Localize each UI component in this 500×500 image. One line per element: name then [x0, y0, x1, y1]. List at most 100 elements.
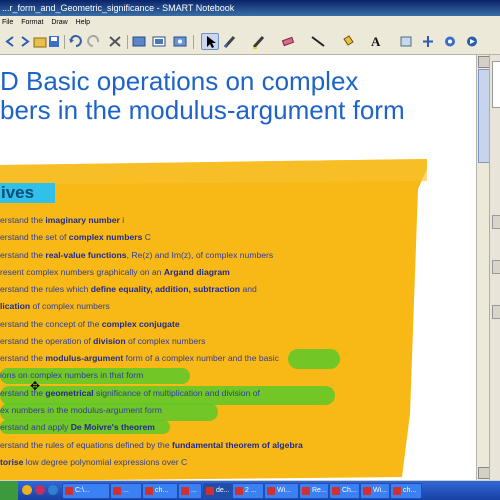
quicklaunch-icon[interactable] — [35, 485, 45, 495]
taskbar-window-button[interactable]: ch... — [390, 483, 422, 499]
mouse-cursor-icon: ✥ — [30, 379, 41, 393]
objective-keyword: torise — [0, 457, 24, 467]
start-button[interactable] — [0, 481, 18, 500]
quicklaunch-icon[interactable] — [48, 485, 58, 495]
taskbar-window-button[interactable]: Wi... — [264, 483, 299, 499]
app-icon — [65, 487, 73, 495]
taskbar-window-button[interactable]: ... — [110, 483, 142, 499]
menu-help[interactable]: Help — [76, 16, 90, 30]
taskbar-button-label: de... — [216, 487, 230, 494]
line-icon[interactable] — [310, 34, 326, 49]
objective-text: form of a complex number and the basic — [123, 353, 279, 363]
taskbar-window-button[interactable]: 2 ... — [232, 483, 264, 499]
app-icon — [113, 487, 121, 495]
objective-keyword: division — [93, 336, 126, 346]
taskbar-window-button[interactable]: ch... — [142, 483, 178, 499]
app-icon — [332, 487, 340, 495]
capture-icon[interactable] — [172, 34, 188, 49]
objective-text: erstand the set of — [0, 232, 69, 242]
side-panel[interactable] — [489, 55, 500, 480]
quicklaunch-icon[interactable] — [22, 485, 32, 495]
page-thumbnail[interactable] — [492, 61, 500, 108]
objective-item: erstand the imaginary number i — [0, 215, 124, 226]
taskbar-button-label: ch... — [403, 487, 417, 494]
objective-text: of complex numbers — [125, 336, 206, 346]
taskbar-button-label: ch... — [155, 487, 169, 494]
objective-text: i — [119, 215, 125, 225]
text-icon[interactable]: A — [368, 34, 384, 49]
select-icon[interactable] — [201, 33, 219, 50]
eraser-icon[interactable] — [280, 34, 296, 49]
app-icon — [235, 487, 243, 495]
taskbar-button-label: Wi... — [277, 487, 291, 494]
objective-keyword: De Moivre's theorem — [70, 422, 155, 432]
window-title: ...r_form_and_Geometric_significance - S… — [2, 3, 235, 13]
objective-text: erstand the — [0, 215, 46, 225]
objectives-label: ives — [0, 183, 55, 203]
delete-icon[interactable] — [107, 34, 123, 49]
objective-keyword: lication — [0, 301, 31, 311]
objective-text: erstand the — [0, 250, 46, 260]
objective-item: erstand the operation of division of com… — [0, 336, 205, 347]
objective-keyword: Argand diagram — [163, 267, 230, 277]
page-title-line-1: D Basic operations on complex — [0, 66, 359, 96]
taskbar-button-label: 2 ... — [245, 487, 257, 494]
page-title: D Basic operations on complex bers in th… — [0, 67, 405, 125]
taskbar-window-button[interactable]: de... — [203, 483, 232, 499]
taskbar-button-label: ... — [191, 487, 197, 494]
screen-shade-icon[interactable] — [131, 34, 147, 49]
move-toolbar-icon[interactable] — [420, 34, 436, 49]
objective-item: erstand and apply De Moivre's theorem — [0, 422, 155, 433]
tab-gallery[interactable] — [492, 260, 500, 274]
objective-text: resent complex numbers graphically on an — [0, 267, 164, 277]
objective-item: ex numbers in the modulus-argument form — [0, 405, 162, 416]
objective-item: erstand the real-value functions, Re(z) … — [0, 250, 273, 261]
taskbar-window-button[interactable]: C:\... — [62, 483, 110, 499]
objective-text: ions on complex numbers in that form — [0, 370, 144, 380]
properties-icon[interactable] — [398, 34, 414, 49]
full-screen-icon[interactable] — [151, 34, 167, 49]
highlighter-icon[interactable] — [251, 34, 267, 49]
tab-attachments[interactable] — [492, 305, 500, 319]
whiteboard-canvas[interactable]: D Basic operations on complex bers in th… — [0, 55, 476, 480]
objective-item: erstand the rules of equations defined b… — [0, 440, 303, 451]
app-icon — [302, 487, 310, 495]
taskbar-window-button[interactable]: ... — [178, 483, 202, 499]
vertical-scrollbar[interactable] — [476, 55, 490, 480]
objective-item: lication of complex numbers — [0, 301, 110, 312]
objective-text: ex numbers in the modulus-argument form — [0, 405, 162, 415]
save-icon[interactable] — [46, 34, 62, 49]
objective-keyword: geometrical — [45, 388, 94, 398]
objective-text: C — [142, 232, 151, 242]
menu-file[interactable]: File — [2, 16, 13, 30]
settings-icon[interactable] — [442, 34, 458, 49]
taskbar-window-button[interactable]: Wi... — [360, 483, 390, 499]
objective-item: erstand the modulus-argument form of a c… — [0, 353, 279, 364]
taskbar-button-label: ... — [123, 487, 129, 494]
objective-text: erstand the — [0, 353, 46, 363]
undo-icon[interactable] — [67, 34, 83, 49]
objective-keyword: modulus-argument — [45, 353, 124, 363]
objective-keyword: complex conjugate — [101, 319, 180, 329]
objective-keyword: imaginary number — [45, 215, 120, 225]
objective-text: erstand the concept of the — [0, 319, 102, 329]
toolbar-separator — [127, 35, 128, 49]
taskbar-window-button[interactable]: Re... — [299, 483, 329, 499]
pen-icon[interactable] — [222, 34, 238, 49]
taskbar-window-button[interactable]: Ch... — [329, 483, 360, 499]
more-icon[interactable] — [464, 34, 480, 49]
objective-item: ions on complex numbers in that form — [0, 370, 143, 381]
objective-item: erstand the rules which define equality,… — [0, 284, 257, 295]
objective-keyword: real-value functions — [45, 250, 127, 260]
redo-icon[interactable] — [86, 34, 102, 49]
back-icon[interactable] — [2, 34, 18, 49]
app-icon — [393, 487, 401, 495]
taskbar-button-label: C:\... — [75, 487, 90, 494]
forward-icon[interactable] — [17, 34, 33, 49]
menu-format[interactable]: Format — [21, 16, 43, 30]
menu-draw[interactable]: Draw — [51, 16, 67, 30]
objective-item: torise low degree polynomial expressions… — [0, 457, 187, 468]
tab-page-sorter[interactable] — [492, 215, 500, 229]
fill-icon[interactable] — [340, 34, 356, 49]
objective-text: erstand the rules which — [0, 284, 91, 294]
